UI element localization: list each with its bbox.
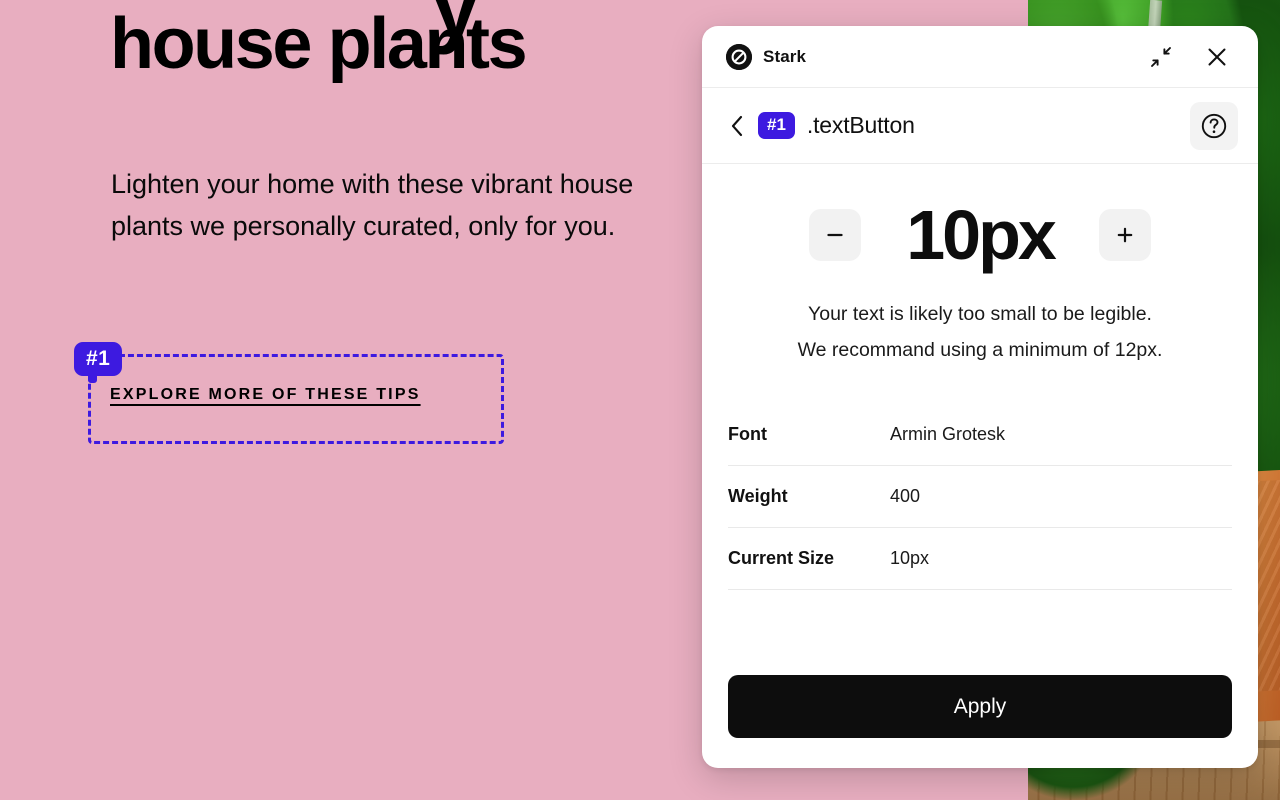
collapse-arrows-icon[interactable] — [1144, 40, 1178, 74]
page-subheading: Lighten your home with these vibrant hou… — [111, 169, 634, 241]
table-row: Weight 400 — [728, 466, 1232, 528]
question-mark-circle-icon[interactable] — [1190, 101, 1238, 150]
advisory-line-1: Your text is likely too small to be legi… — [808, 303, 1152, 325]
apply-button[interactable]: Apply — [728, 675, 1232, 738]
property-label: Current Size — [728, 548, 835, 568]
selected-element-name: .textButton — [806, 112, 915, 138]
panel-footer: Apply — [702, 675, 1258, 768]
table-row: Font Armin Grotesk — [728, 404, 1232, 466]
advisory-message: Your text is likely too small to be legi… — [728, 296, 1232, 368]
property-value: 400 — [890, 486, 921, 506]
panel-titlebar: Stark — [702, 26, 1258, 88]
stark-panel: Stark #1 .textButton 10px Your text is l… — [702, 26, 1258, 768]
selection-index-chip: #1 — [758, 112, 795, 139]
explore-more-link[interactable]: EXPLORE MORE OF THESE TIPS — [110, 386, 421, 404]
stark-logo-icon — [726, 43, 752, 70]
page-title: house plants — [110, 4, 528, 84]
selection-badge: #1 — [74, 342, 123, 384]
font-size-value: 10px — [906, 196, 1057, 274]
panel-subheader: #1 .textButton — [702, 88, 1258, 164]
brand-name: Stark — [763, 46, 807, 66]
font-size-stepper: 10px — [728, 200, 1232, 270]
property-value: Armin Grotesk — [890, 424, 1006, 444]
screen: y house plants Lighten your home with th… — [0, 0, 1280, 800]
chevron-left-icon[interactable] — [726, 111, 748, 141]
close-icon[interactable] — [1200, 40, 1234, 74]
minus-icon[interactable] — [809, 209, 861, 261]
properties-table: Font Armin Grotesk Weight 400 Current Si… — [728, 404, 1232, 590]
advisory-line-2: We recommand using a minimum of 12px. — [797, 339, 1163, 361]
plus-icon[interactable] — [1099, 209, 1151, 261]
property-label: Font — [728, 424, 767, 444]
property-label: Weight — [728, 486, 788, 506]
property-value: 10px — [890, 548, 930, 568]
brand: Stark — [726, 43, 807, 70]
panel-body: 10px Your text is likely too small to be… — [702, 164, 1258, 675]
table-row: Current Size 10px — [728, 528, 1232, 590]
